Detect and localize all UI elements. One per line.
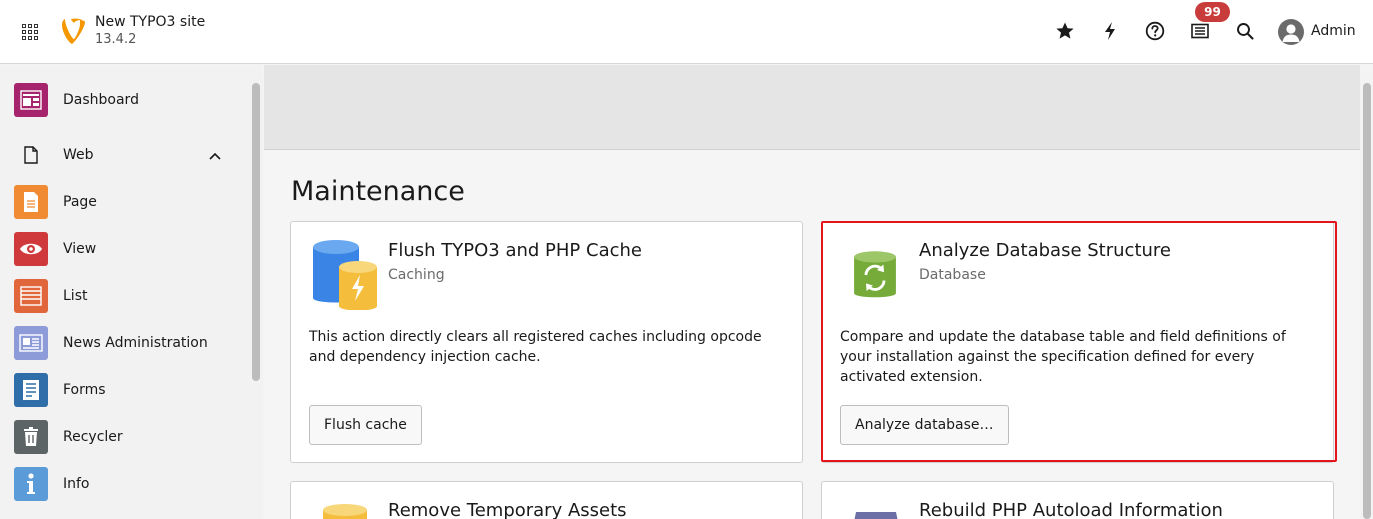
dashboard-icon bbox=[14, 83, 48, 117]
card-title: Remove Temporary Assets bbox=[388, 500, 627, 519]
typo3-logo[interactable] bbox=[60, 18, 86, 46]
sidebar-item-label: View bbox=[63, 241, 97, 257]
trash-icon bbox=[14, 420, 48, 454]
user-avatar-icon[interactable] bbox=[1278, 19, 1304, 45]
bolt-icon[interactable] bbox=[1099, 20, 1121, 42]
sidebar-item-label: Page bbox=[63, 194, 97, 210]
top-bar: New TYPO3 site 13.4.2 99 Admin bbox=[0, 0, 1373, 64]
card-flush-cache: Flush TYPO3 and PHP Cache Caching This a… bbox=[290, 221, 803, 463]
content-scrollbar-thumb[interactable] bbox=[1363, 83, 1371, 519]
sidebar-item-label: List bbox=[63, 288, 88, 304]
card-subtitle: Caching bbox=[388, 267, 445, 283]
chevron-up-icon[interactable] bbox=[209, 152, 221, 160]
search-icon[interactable] bbox=[1234, 20, 1256, 42]
list-icon[interactable] bbox=[1189, 20, 1211, 42]
card-rebuild-autoload: Rebuild PHP Autoload Information bbox=[821, 481, 1334, 519]
flush-cache-button[interactable]: Flush cache bbox=[309, 405, 422, 445]
sidebar-item-list[interactable]: List bbox=[14, 279, 244, 313]
notification-badge[interactable]: 99 bbox=[1195, 2, 1230, 22]
sidebar-item-label: Web bbox=[63, 147, 94, 163]
sidebar-item-page[interactable]: Page bbox=[14, 185, 244, 219]
app-grid-icon[interactable] bbox=[22, 24, 39, 41]
card-remove-temporary-assets: Remove Temporary Assets bbox=[290, 481, 803, 519]
info-icon bbox=[14, 467, 48, 501]
autoload-icon bbox=[854, 512, 898, 519]
sidebar-item-recycler[interactable]: Recycler bbox=[14, 420, 244, 454]
highlight-frame bbox=[821, 221, 1337, 462]
eye-icon bbox=[14, 232, 48, 266]
sidebar-item-label: Recycler bbox=[63, 429, 123, 445]
sidebar-item-forms[interactable]: Forms bbox=[14, 373, 244, 407]
sidebar-scrollbar-thumb[interactable] bbox=[252, 83, 260, 381]
sidebar-item-news-administration[interactable]: News Administration bbox=[14, 326, 244, 360]
sidebar-item-view[interactable]: View bbox=[14, 232, 244, 266]
card-description: This action directly clears all register… bbox=[309, 329, 762, 365]
assets-database-icon bbox=[323, 504, 367, 519]
sidebar-item-info[interactable]: Info bbox=[14, 467, 244, 501]
star-icon[interactable] bbox=[1054, 20, 1076, 42]
card-title: Flush TYPO3 and PHP Cache bbox=[388, 240, 642, 261]
sidebar-item-label: News Administration bbox=[63, 335, 208, 351]
list-icon bbox=[14, 279, 48, 313]
module-docheader bbox=[264, 65, 1360, 150]
cache-database-icon bbox=[313, 240, 377, 310]
user-name[interactable]: Admin bbox=[1311, 23, 1356, 39]
page-icon bbox=[14, 185, 48, 219]
sidebar-item-label: Forms bbox=[63, 382, 106, 398]
site-version: 13.4.2 bbox=[95, 32, 137, 47]
page-outline-icon bbox=[14, 138, 48, 172]
module-menu: Dashboard Web Page View List News Admini… bbox=[0, 65, 263, 519]
forms-icon bbox=[14, 373, 48, 407]
page-title: Maintenance bbox=[291, 176, 465, 207]
news-icon bbox=[14, 326, 48, 360]
site-title: New TYPO3 site bbox=[95, 14, 206, 30]
help-icon[interactable] bbox=[1144, 20, 1166, 42]
sidebar-item-label: Info bbox=[63, 476, 90, 492]
card-title: Rebuild PHP Autoload Information bbox=[919, 500, 1223, 519]
sidebar-item-dashboard[interactable]: Dashboard bbox=[14, 83, 244, 117]
sidebar-item-label: Dashboard bbox=[63, 92, 139, 108]
